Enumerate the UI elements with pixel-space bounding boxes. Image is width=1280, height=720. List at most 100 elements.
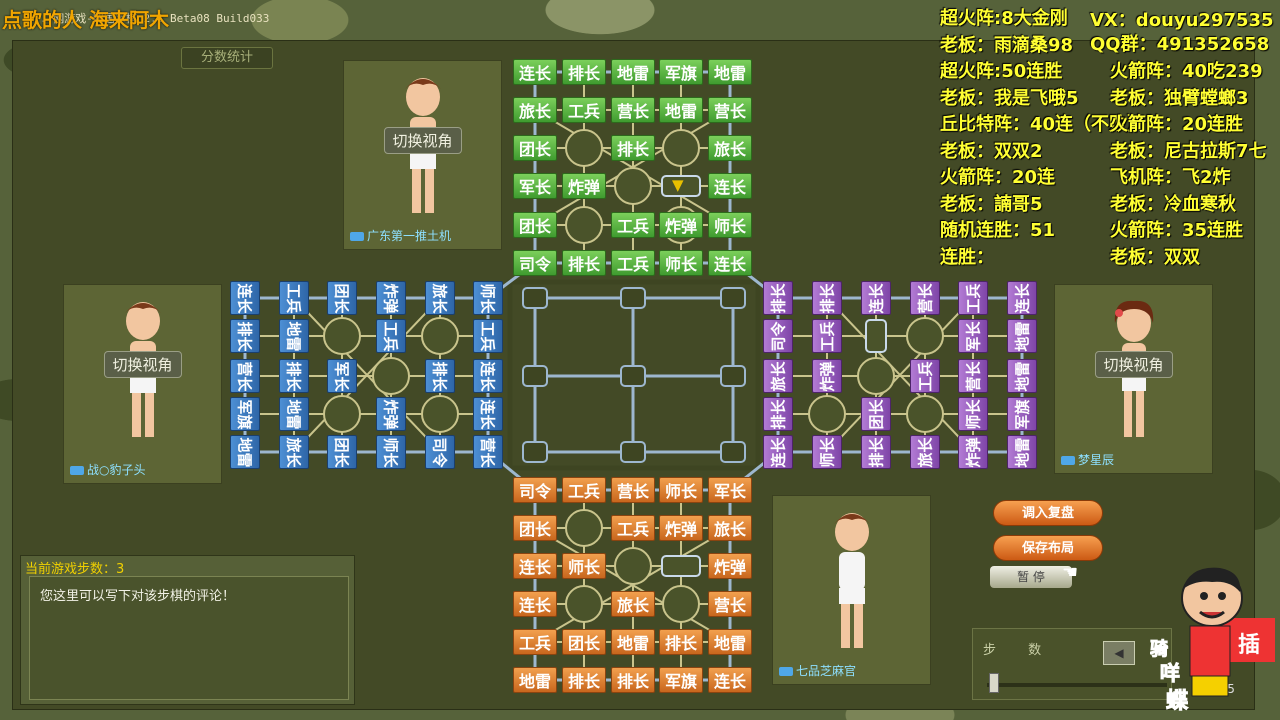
board-piece[interactable]: 炸弹 (659, 212, 703, 238)
board-piece[interactable]: 师长 (473, 281, 503, 315)
board-piece[interactable]: 师长 (376, 435, 406, 469)
board-piece[interactable]: 旅长 (763, 359, 793, 393)
board-piece[interactable]: 连长 (513, 59, 557, 85)
board-piece[interactable]: 司令 (513, 477, 557, 503)
board-piece[interactable]: 军长 (327, 359, 357, 393)
board-piece[interactable]: 旅长 (513, 97, 557, 123)
board-piece[interactable]: 连长 (708, 250, 752, 276)
board-piece[interactable]: 地雷 (279, 319, 309, 353)
board-piece[interactable]: 炸弹 (376, 281, 406, 315)
board-piece[interactable]: 营长 (230, 359, 260, 393)
board-piece[interactable]: 连长 (473, 397, 503, 431)
board-piece[interactable]: 地雷 (708, 629, 752, 655)
board-piece[interactable]: 排长 (861, 435, 891, 469)
board-piece[interactable]: 工兵 (611, 515, 655, 541)
board-piece[interactable]: 排长 (659, 629, 703, 655)
comment-textarea[interactable]: 您这里可以写下对该步棋的评论！ (29, 576, 349, 700)
board-piece[interactable]: 排长 (230, 319, 260, 353)
board-piece[interactable]: 连长 (861, 281, 891, 315)
board-piece[interactable]: 军长 (958, 319, 988, 353)
board-piece[interactable]: 炸弹 (708, 553, 752, 579)
board-piece[interactable]: 工兵 (513, 629, 557, 655)
load-replay-button[interactable]: 调入复盘 (993, 500, 1103, 526)
board-piece[interactable]: 连长 (513, 591, 557, 617)
board-piece[interactable]: 团长 (861, 397, 891, 431)
board-piece[interactable]: 地雷 (611, 59, 655, 85)
save-layout-button[interactable]: 保存布局 (993, 535, 1103, 561)
board-piece[interactable]: 连长 (513, 553, 557, 579)
board-piece[interactable]: 师长 (562, 553, 606, 579)
board-piece[interactable]: 排长 (763, 397, 793, 431)
board-piece[interactable]: 地雷 (1007, 435, 1037, 469)
board-piece[interactable]: 炸弹 (812, 359, 842, 393)
board-piece[interactable]: 连长 (1007, 281, 1037, 315)
board-piece[interactable]: 工兵 (562, 477, 606, 503)
prev-step-button[interactable]: ◀ (1103, 641, 1135, 665)
board-piece[interactable]: 营长 (611, 477, 655, 503)
switch-view-button[interactable]: 切换视角 (383, 127, 462, 154)
board-piece[interactable]: 旅长 (708, 135, 752, 161)
step-slider-thumb[interactable] (989, 673, 999, 693)
board-piece[interactable]: 连长 (708, 667, 752, 693)
board-piece[interactable]: 司令 (513, 250, 557, 276)
board-piece[interactable]: 团长 (327, 435, 357, 469)
board-piece[interactable]: 连长 (708, 173, 752, 199)
board-piece[interactable]: 军旗 (659, 59, 703, 85)
board-piece[interactable]: 排长 (425, 359, 455, 393)
board-piece[interactable]: 工兵 (279, 281, 309, 315)
board-piece[interactable]: 旅长 (910, 435, 940, 469)
board-piece[interactable]: 军旗 (230, 397, 260, 431)
board-piece[interactable]: 军旗 (659, 667, 703, 693)
board-piece[interactable]: 地雷 (611, 629, 655, 655)
board-piece[interactable]: 旅长 (279, 435, 309, 469)
board-piece[interactable]: 军长 (513, 173, 557, 199)
board-piece[interactable]: 炸弹 (376, 397, 406, 431)
board-piece[interactable]: 团长 (513, 135, 557, 161)
board-piece[interactable]: 工兵 (812, 319, 842, 353)
board-piece[interactable]: 营长 (708, 591, 752, 617)
board-piece[interactable]: 司令 (425, 435, 455, 469)
board-piece[interactable]: 排长 (763, 281, 793, 315)
board-piece[interactable]: 工兵 (473, 319, 503, 353)
board-piece[interactable]: 军旗 (1007, 397, 1037, 431)
board-piece[interactable]: 师长 (708, 212, 752, 238)
board-piece[interactable]: 团长 (513, 212, 557, 238)
board-piece[interactable]: 地雷 (708, 59, 752, 85)
board-piece[interactable]: 营长 (958, 359, 988, 393)
board-piece[interactable]: 团长 (513, 515, 557, 541)
board-piece[interactable]: 地雷 (513, 667, 557, 693)
board-piece[interactable]: 地雷 (230, 435, 260, 469)
pause-button[interactable]: 暂 停 (990, 566, 1072, 588)
board-piece[interactable]: 地雷 (279, 397, 309, 431)
board-piece[interactable]: 司令 (763, 319, 793, 353)
board-piece[interactable]: 排长 (611, 135, 655, 161)
switch-view-button[interactable]: 切换视角 (103, 351, 182, 378)
board-piece[interactable]: 旅长 (708, 515, 752, 541)
step-slider-track[interactable] (987, 683, 1167, 687)
board-piece[interactable]: 师长 (659, 250, 703, 276)
board-piece[interactable]: 工兵 (611, 212, 655, 238)
board-piece[interactable]: 营长 (910, 281, 940, 315)
board-piece[interactable]: 营长 (708, 97, 752, 123)
board-piece[interactable]: 工兵 (562, 97, 606, 123)
board-piece[interactable]: 排长 (562, 667, 606, 693)
board-piece[interactable]: 排长 (279, 359, 309, 393)
board-piece[interactable]: 团长 (327, 281, 357, 315)
board-piece[interactable]: 炸弹 (958, 435, 988, 469)
board-piece[interactable]: 营长 (473, 435, 503, 469)
board-piece[interactable]: 工兵 (958, 281, 988, 315)
board-piece[interactable]: 旅长 (425, 281, 455, 315)
board-piece[interactable]: 炸弹 (562, 173, 606, 199)
board-piece[interactable]: 地雷 (1007, 319, 1037, 353)
board-piece[interactable]: 旅长 (611, 591, 655, 617)
board-piece[interactable]: 排长 (562, 59, 606, 85)
switch-view-button[interactable]: 切换视角 (1094, 351, 1173, 378)
board-piece[interactable]: 排长 (611, 667, 655, 693)
board-piece[interactable]: 团长 (562, 629, 606, 655)
board-piece[interactable]: 排长 (812, 281, 842, 315)
board-piece[interactable]: 工兵 (611, 250, 655, 276)
board-piece[interactable]: 连长 (763, 435, 793, 469)
board-piece[interactable]: 连长 (473, 359, 503, 393)
board-piece[interactable]: 炸弹 (659, 515, 703, 541)
board-piece[interactable]: 军长 (708, 477, 752, 503)
